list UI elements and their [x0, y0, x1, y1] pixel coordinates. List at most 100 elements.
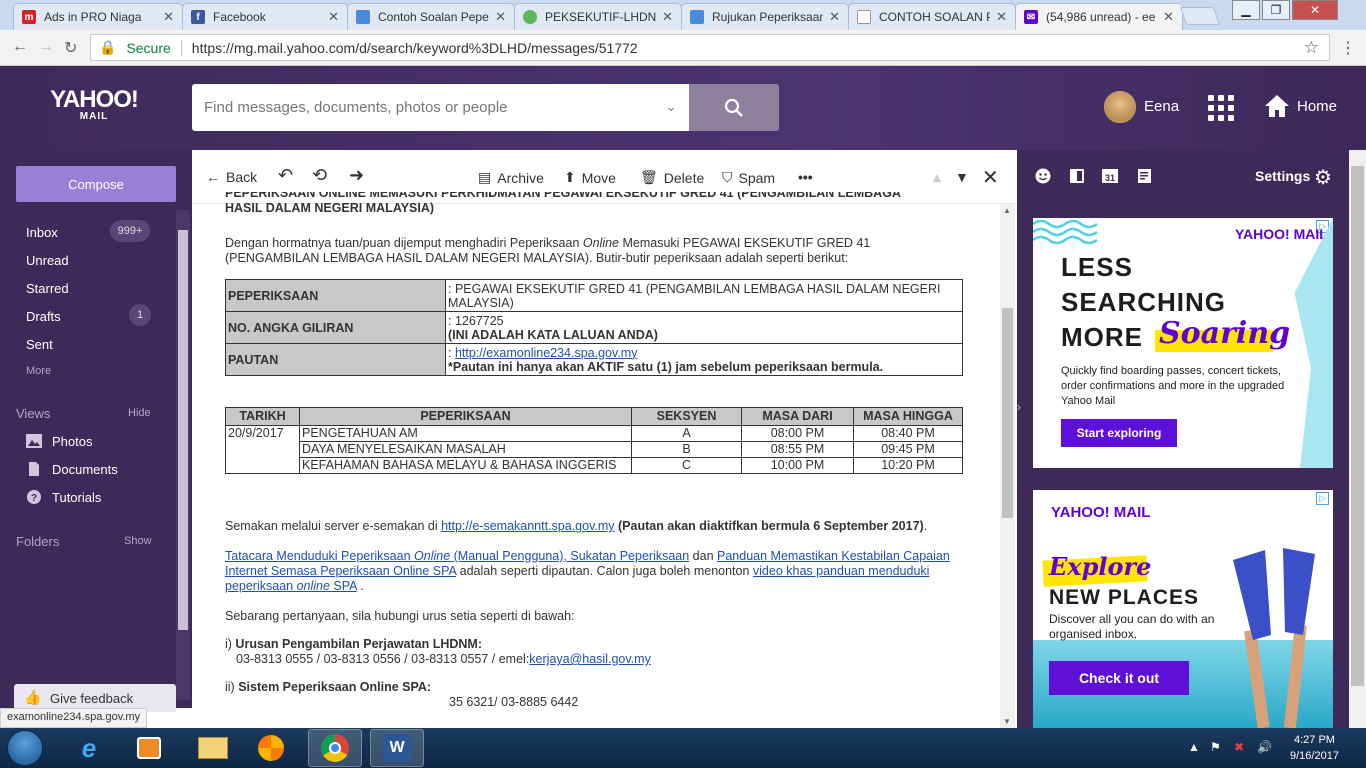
move-button[interactable]: ⬆ Move	[564, 169, 616, 186]
word-icon[interactable]: W	[370, 729, 424, 767]
scroll-thumb[interactable]	[1002, 308, 1013, 518]
chevron-down-icon[interactable]: ⌄	[665, 98, 677, 115]
apps-grid-icon[interactable]	[1208, 95, 1234, 121]
gear-icon[interactable]: ⚙	[1314, 165, 1332, 190]
move-label: Move	[581, 169, 616, 186]
back-button[interactable]: ← Back	[206, 169, 257, 185]
home-link[interactable]: Home	[1297, 98, 1337, 115]
reply-all-icon[interactable]: ⟲	[312, 165, 327, 186]
reload-icon[interactable]: ↻	[64, 38, 77, 58]
start-exploring-button[interactable]: Start exploring	[1061, 419, 1177, 447]
sidebar-item-more[interactable]: More	[26, 365, 51, 377]
sidebar-scrollbar[interactable]	[176, 210, 190, 700]
close-tab-icon[interactable]: ✕	[495, 9, 506, 25]
tatacara-link[interactable]: Tatacara Menduduki Peperiksaan Online (M…	[225, 549, 689, 563]
ad-banner-explore[interactable]: ▷ YAHOO! MAIL Explore NEW PLACES Discove…	[1033, 490, 1333, 728]
exam-link[interactable]: http://examonline234.spa.gov.my	[455, 346, 638, 360]
ad-banner-soaring[interactable]: ▷ YAHOO! MAIL LESS SEARCHING MORE Soarin…	[1033, 218, 1333, 468]
exam-date: 20/9/2017	[225, 425, 300, 474]
page-scrollbar[interactable]	[1349, 150, 1366, 728]
sidebar-item-documents[interactable]: Documents	[52, 462, 118, 477]
tab-rujukan[interactable]: Rujukan Peperiksaan ✕	[681, 3, 849, 30]
views-hide-toggle[interactable]: Hide	[128, 407, 151, 419]
show-hidden-icons[interactable]: ▲	[1188, 740, 1200, 754]
forward-arrow-icon[interactable]: →	[38, 38, 54, 56]
home-icon[interactable]	[1264, 94, 1290, 118]
scroll-up-icon[interactable]: ▲	[1003, 206, 1011, 215]
contact1-phones: 03-8313 0555 / 03-8313 0556 / 03-8313 05…	[236, 652, 530, 666]
semakan-link[interactable]: http://e-semakanntt.spa.gov.my	[441, 519, 614, 533]
sidebar-item-starred[interactable]: Starred	[26, 281, 69, 296]
new-tab-button[interactable]	[1179, 7, 1221, 25]
compose-button[interactable]: Compose	[16, 166, 176, 202]
system-clock[interactable]: 4:27 PM 9/16/2017	[1290, 732, 1339, 764]
sidebar-item-photos[interactable]: Photos	[52, 434, 92, 449]
page-scroll-thumb[interactable]	[1351, 166, 1364, 686]
browser-menu-icon[interactable]: ⋮	[1340, 38, 1356, 58]
calendar-icon[interactable]: 31	[1101, 168, 1119, 184]
search-input[interactable]	[204, 99, 654, 116]
close-window-icon[interactable]: ✕	[1292, 0, 1338, 20]
status-bar-url: examonline234.spa.gov.my	[0, 708, 148, 728]
more-options-icon[interactable]: •••	[798, 169, 813, 185]
file-explorer-icon[interactable]	[186, 729, 240, 767]
collapse-rail-chevron-icon[interactable]: ›	[1017, 400, 1021, 414]
reply-icon[interactable]: ↶	[278, 165, 293, 186]
previous-message-icon[interactable]: ▲	[930, 169, 944, 185]
tab-peksekutif[interactable]: PEKSEKUTIF-LHDN20 ✕	[514, 3, 682, 30]
tab-yahoo-mail[interactable]: ✉ (54,986 unread) - ee ✕	[1015, 3, 1183, 30]
spam-label: Spam	[738, 169, 776, 186]
close-tab-icon[interactable]: ✕	[662, 9, 673, 25]
minimize-icon[interactable]: ▁	[1232, 0, 1260, 20]
scroll-down-icon[interactable]: ▼	[1003, 717, 1011, 726]
close-tab-icon[interactable]: ✕	[328, 9, 339, 25]
adchoices-icon[interactable]: ▷	[1316, 492, 1329, 505]
calendar-layout-icon[interactable]	[1069, 168, 1085, 184]
sidebar-item-tutorials[interactable]: Tutorials	[52, 490, 101, 505]
sidebar-item-unread[interactable]: Unread	[26, 253, 69, 268]
tab-ads-pro-niaga[interactable]: m Ads in PRO Niaga ✕	[13, 3, 183, 30]
pinwheel-app-icon[interactable]	[244, 729, 298, 767]
username[interactable]: Eena	[1144, 98, 1179, 115]
media-player-icon[interactable]	[122, 729, 176, 767]
tab-facebook[interactable]: f Facebook ✕	[182, 3, 348, 30]
sidebar-item-drafts[interactable]: Drafts	[26, 309, 61, 324]
sidebar-item-sent[interactable]: Sent	[26, 337, 53, 352]
settings-link[interactable]: Settings	[1255, 168, 1310, 184]
contact1-email-link[interactable]: kerjaya@hasil.gov.my	[529, 652, 651, 666]
message-scrollbar[interactable]: ▲ ▼	[1000, 204, 1015, 728]
sidebar-item-inbox[interactable]: Inbox	[26, 225, 58, 240]
back-arrow-icon[interactable]: ←	[12, 38, 28, 56]
close-tab-icon[interactable]: ✕	[829, 9, 840, 25]
contacts-icon[interactable]	[1035, 168, 1051, 184]
forward-icon[interactable]: ➜	[349, 165, 364, 186]
avatar[interactable]	[1104, 91, 1136, 123]
close-tab-icon[interactable]: ✕	[996, 9, 1007, 25]
restore-icon[interactable]: ❐	[1262, 0, 1290, 20]
check-it-out-button[interactable]: Check it out	[1049, 661, 1189, 695]
internet-explorer-icon[interactable]: e	[62, 729, 116, 767]
tab-label: (54,986 unread) - ee	[1046, 10, 1156, 24]
delete-button[interactable]: 🗑 Delete	[640, 169, 704, 186]
archive-button[interactable]: ▤ Archive	[478, 169, 544, 186]
yahoo-mail-logo[interactable]: YAHOO! MAIL	[48, 86, 140, 122]
yahoo-header: YAHOO! MAIL ⌄ Eena Home	[0, 66, 1366, 150]
browser-tab-strip: m Ads in PRO Niaga ✕ f Facebook ✕ Contoh…	[0, 0, 1366, 30]
search-button[interactable]	[689, 84, 779, 131]
network-warning-icon[interactable]: ✖	[1234, 740, 1244, 754]
folders-show-toggle[interactable]: Show	[124, 535, 152, 547]
spam-button[interactable]: ⛉ Spam	[722, 169, 775, 186]
url-field[interactable]: 🔒 Secure https://mg.mail.yahoo.com/d/sea…	[90, 34, 1330, 61]
chrome-icon[interactable]	[308, 729, 362, 767]
close-message-icon[interactable]: ✕	[982, 165, 999, 190]
notepad-icon[interactable]	[1137, 168, 1153, 184]
close-tab-icon[interactable]: ✕	[163, 9, 174, 25]
action-center-flag-icon[interactable]: ⚑	[1210, 740, 1221, 754]
volume-icon[interactable]: 🔊	[1257, 740, 1272, 754]
tab-contoh-soalan[interactable]: Contoh Soalan Pepe ✕	[347, 3, 515, 30]
close-tab-icon[interactable]: ✕	[1163, 9, 1174, 25]
next-message-icon[interactable]: ▼	[955, 169, 969, 185]
start-button[interactable]	[7, 730, 43, 766]
tab-contoh-soalan-p[interactable]: CONTOH SOALAN P ✕	[848, 3, 1016, 30]
bookmark-star-icon[interactable]: ☆	[1304, 38, 1319, 58]
